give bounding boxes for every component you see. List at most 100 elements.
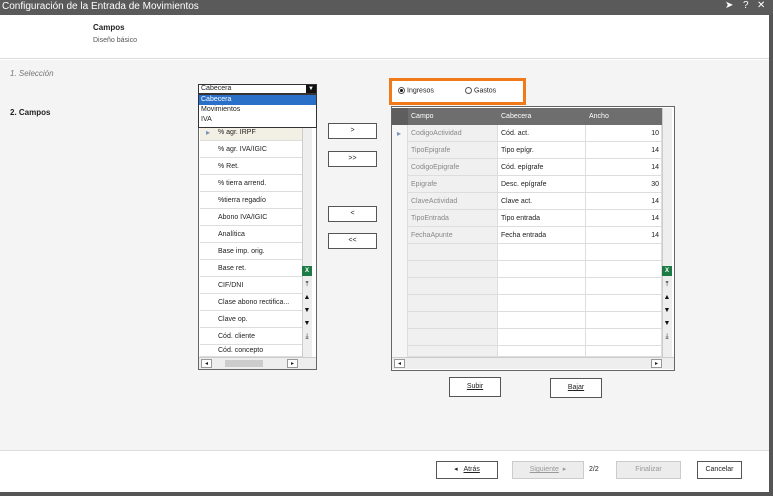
back-arrow-icon: ◂ xyxy=(454,466,458,473)
add-field-button[interactable]: > xyxy=(328,123,377,139)
radio-gastos[interactable]: Gastos xyxy=(465,87,496,94)
list-item[interactable]: Base imp. orig. xyxy=(200,243,302,260)
scroll-top-icon[interactable]: ⤒ xyxy=(662,280,672,290)
grid-cell-ancho[interactable]: 14 xyxy=(586,210,662,227)
grid-corner xyxy=(392,108,408,125)
grid-empty-cell xyxy=(408,295,498,312)
pin-icon[interactable]: ➤ xyxy=(725,0,733,11)
grid-cell-campo[interactable]: ClaveActividad xyxy=(408,193,498,210)
scroll-up-icon[interactable]: ▲ xyxy=(662,293,672,303)
list-item[interactable]: % agr. IVA/IGIC xyxy=(200,141,302,158)
radio-ingresos[interactable]: Ingresos xyxy=(398,87,434,94)
remove-field-button[interactable]: < xyxy=(328,206,377,222)
list-item[interactable]: Cód. cliente xyxy=(200,328,302,345)
grid-cell-cabecera[interactable]: Cód. act. xyxy=(498,125,586,142)
list-item[interactable]: Cód. concepto xyxy=(200,345,302,357)
chevron-down-icon[interactable]: ▼ xyxy=(306,85,316,93)
grid-empty-cell xyxy=(498,329,586,346)
grid-cell-ancho[interactable]: 14 xyxy=(586,227,662,244)
page-subtitle: Diseño básico xyxy=(93,37,137,44)
grid-empty-cell xyxy=(586,278,662,295)
list-item[interactable]: Clase abono rectifica... xyxy=(200,294,302,311)
scroll-left-icon[interactable]: ◂ xyxy=(201,359,212,368)
list-item[interactable]: Clave op. xyxy=(200,311,302,328)
radio-unchecked-icon xyxy=(465,87,472,94)
grid-header-campo[interactable]: Campo xyxy=(408,108,498,125)
section-combo[interactable]: Cabecera ▼ xyxy=(198,84,317,94)
grid-cell-ancho[interactable]: 10 xyxy=(586,125,662,142)
next-button[interactable]: Siguiente ▸ xyxy=(512,461,584,479)
grid-cell-campo[interactable]: Epigrafe xyxy=(408,176,498,193)
grid-empty-cell xyxy=(498,295,586,312)
grid-cell-campo[interactable]: TipoEntrada xyxy=(408,210,498,227)
grid-cell-campo[interactable]: TipoEpigrafe xyxy=(408,142,498,159)
grid-cell-cabecera[interactable]: Tipo entrada xyxy=(498,210,586,227)
grid-cell-ancho[interactable]: 14 xyxy=(586,193,662,210)
scroll-right-icon[interactable]: ▸ xyxy=(287,359,298,368)
hscroll-thumb[interactable] xyxy=(225,360,263,367)
grid-empty-cell xyxy=(498,261,586,278)
grid-empty-cell xyxy=(498,312,586,329)
scroll-page-down-icon[interactable]: ▼ xyxy=(662,306,672,316)
grid-cell-ancho[interactable]: 14 xyxy=(586,142,662,159)
list-item[interactable]: CIF/DNI xyxy=(200,277,302,294)
scroll-top-icon[interactable]: ⤒ xyxy=(302,280,312,290)
page-indicator: 2/2 xyxy=(589,466,599,473)
grid-empty-cell xyxy=(498,244,586,261)
list-item[interactable]: % tierra arrend. xyxy=(200,175,302,192)
grid-empty-cell xyxy=(408,261,498,278)
scroll-bottom-icon[interactable]: ⤓ xyxy=(302,332,312,342)
grid-cell-campo[interactable]: CodigoEpigrafe xyxy=(408,159,498,176)
scroll-page-down-icon[interactable]: ▼ xyxy=(302,306,312,316)
excel-icon[interactable]: X xyxy=(662,266,672,276)
grid-cell-cabecera[interactable]: Clave act. xyxy=(498,193,586,210)
grid-header-ancho[interactable]: Ancho xyxy=(586,108,662,125)
radio-gastos-label: Gastos xyxy=(474,87,497,95)
grid-cell-ancho[interactable]: 14 xyxy=(586,159,662,176)
back-button[interactable]: ◂ Atrás xyxy=(436,461,498,479)
grid-empty-cell xyxy=(586,329,662,346)
list-item[interactable]: %tierra regadío xyxy=(200,192,302,209)
move-down-button[interactable]: Bajar xyxy=(550,378,602,398)
list-item[interactable]: Abono IVA/IGIC xyxy=(200,209,302,226)
grid-cell-cabecera[interactable]: Cód. epígrafe xyxy=(498,159,586,176)
grid-header-cabecera[interactable]: Cabecera xyxy=(498,108,586,125)
help-icon[interactable]: ? xyxy=(743,0,749,11)
grid-cell-ancho[interactable]: 30 xyxy=(586,176,662,193)
scroll-up-icon[interactable]: ▲ xyxy=(302,293,312,303)
list-item[interactable]: Analítica xyxy=(200,226,302,243)
remove-all-fields-button[interactable]: << xyxy=(328,233,377,249)
step-campos[interactable]: 2. Campos xyxy=(10,108,50,117)
dropdown-option-iva[interactable]: IVA xyxy=(199,115,316,125)
grid-cell-cabecera[interactable]: Fecha entrada xyxy=(498,227,586,244)
excel-icon[interactable]: X xyxy=(302,266,312,276)
row-selector-column xyxy=(392,125,408,357)
move-down-label: Bajar xyxy=(567,384,585,391)
move-up-button[interactable]: Subir xyxy=(449,377,501,397)
grid-empty-cell xyxy=(586,312,662,329)
step-seleccion[interactable]: 1. Selección xyxy=(10,69,54,78)
scroll-down-icon[interactable]: ▼ xyxy=(662,319,672,329)
grid-hscrollbar[interactable]: ◂ ▸ xyxy=(392,357,674,369)
list-hscrollbar[interactable]: ◂ ▸ xyxy=(199,357,316,369)
grid-cell-campo[interactable]: CodigoActividad xyxy=(408,125,498,142)
next-label: Siguiente xyxy=(529,466,559,473)
grid-empty-cell xyxy=(408,346,498,357)
scroll-bottom-icon[interactable]: ⤓ xyxy=(662,332,672,342)
grid-cell-cabecera[interactable]: Tipo epígr. xyxy=(498,142,586,159)
list-item[interactable]: Base ret. xyxy=(200,260,302,277)
section-dropdown[interactable]: Cabecera Movimientos IVA xyxy=(198,94,317,128)
finish-button[interactable]: Finalizar xyxy=(616,461,681,479)
dropdown-option-cabecera[interactable]: Cabecera xyxy=(199,95,316,105)
list-item[interactable]: % Ret. xyxy=(200,158,302,175)
wizard-header: Campos Diseño básico xyxy=(0,15,773,59)
close-icon[interactable]: ✕ xyxy=(757,0,765,11)
add-all-fields-button[interactable]: >> xyxy=(328,151,377,167)
cancel-button[interactable]: Cancelar xyxy=(697,461,742,479)
scroll-left-icon[interactable]: ◂ xyxy=(394,359,405,368)
scroll-down-icon[interactable]: ▼ xyxy=(302,319,312,329)
grid-cell-campo[interactable]: FechaApunte xyxy=(408,227,498,244)
dropdown-option-movimientos[interactable]: Movimientos xyxy=(199,105,316,115)
grid-cell-cabecera[interactable]: Desc. epígrafe xyxy=(498,176,586,193)
scroll-right-icon[interactable]: ▸ xyxy=(651,359,662,368)
